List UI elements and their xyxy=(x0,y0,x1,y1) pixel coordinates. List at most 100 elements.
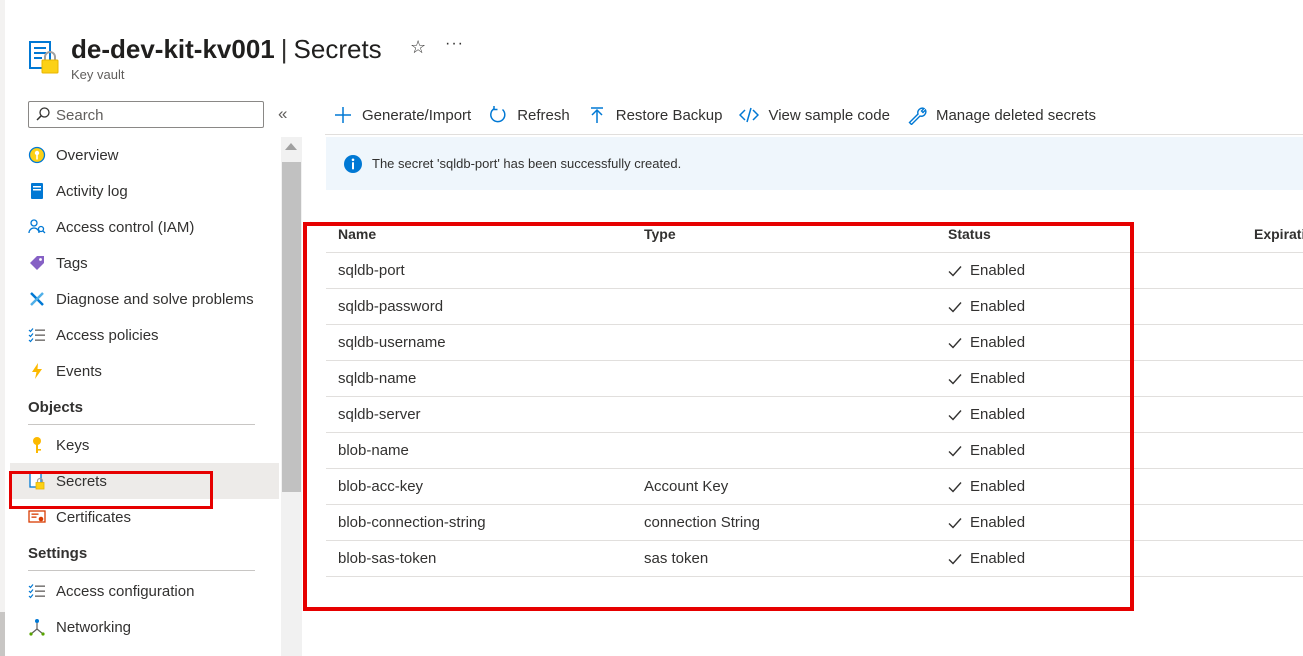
sidebar-item-label: Activity log xyxy=(56,182,128,200)
view-sample-code-label: View sample code xyxy=(768,106,890,124)
wrench-icon xyxy=(28,290,46,308)
status-label: Enabled xyxy=(970,514,1026,531)
table-header-row: Name Type Status Expirati xyxy=(326,216,1303,253)
secret-name-link[interactable]: sqldb-password xyxy=(338,289,443,324)
checkmark-icon xyxy=(948,445,962,457)
sidebar-item-label: Events xyxy=(56,362,102,380)
checkmark-icon xyxy=(948,553,962,565)
search-icon xyxy=(36,107,50,121)
secret-status-cell: Enabled xyxy=(948,289,1025,324)
secret-name-link[interactable]: blob-acc-key xyxy=(338,469,423,504)
iam-icon xyxy=(28,218,46,236)
restore-backup-button[interactable]: Restore Backup xyxy=(587,105,723,125)
sidebar-search-box[interactable] xyxy=(28,101,264,128)
column-header-type[interactable]: Type xyxy=(644,216,676,252)
checkmark-icon xyxy=(948,337,962,349)
blade-header: de-dev-kit-kv001 | Secrets Key vault ☆ ··· xyxy=(27,33,627,85)
table-row[interactable]: blob-acc-key Account Key Enabled xyxy=(326,469,1303,505)
banner-message: The secret 'sqldb-port' has been success… xyxy=(372,156,682,171)
restore-backup-label: Restore Backup xyxy=(615,106,723,124)
table-row[interactable]: sqldb-name Enabled xyxy=(326,361,1303,397)
secret-name-link[interactable]: blob-sas-token xyxy=(338,541,436,576)
resource-name: de-dev-kit-kv001 xyxy=(71,34,275,64)
status-label: Enabled xyxy=(970,406,1026,423)
favorite-star-icon[interactable]: ☆ xyxy=(410,37,426,58)
notification-banner: The secret 'sqldb-port' has been success… xyxy=(326,137,1303,190)
sidebar-scrollbar[interactable] xyxy=(281,137,302,656)
wrench-icon xyxy=(907,105,927,125)
status-label: Enabled xyxy=(970,550,1026,567)
command-bar: Generate/Import Refresh Restore Backup V… xyxy=(333,100,1113,130)
secret-name-link[interactable]: sqldb-port xyxy=(338,253,405,288)
sidebar-item-tags[interactable]: Tags xyxy=(10,245,279,281)
generate-import-button[interactable]: Generate/Import xyxy=(333,105,471,125)
sidebar-item-overview[interactable]: Overview xyxy=(10,137,279,173)
sidebar-item-label: Certificates xyxy=(56,508,132,526)
lightning-icon xyxy=(28,362,46,380)
secret-type-cell: sas token xyxy=(644,550,709,567)
table-row[interactable]: blob-sas-token sas token Enabled xyxy=(326,541,1303,577)
sidebar-item-networking[interactable]: Networking xyxy=(10,609,279,645)
column-header-expiration[interactable]: Expirati xyxy=(1254,216,1303,252)
toolbar-divider xyxy=(325,134,1303,135)
sidebar-item-access-configuration[interactable]: Access configuration xyxy=(10,573,279,609)
scrollbar-thumb[interactable] xyxy=(282,162,301,492)
upload-arrow-icon xyxy=(587,105,607,125)
secret-name-link[interactable]: sqldb-name xyxy=(338,361,416,396)
column-header-name[interactable]: Name xyxy=(338,216,376,252)
sidebar-item-access-policies[interactable]: Access policies xyxy=(10,317,279,353)
blade-title: Secrets xyxy=(293,34,382,64)
checkmark-icon xyxy=(948,301,962,313)
sidebar-item-diagnose[interactable]: Diagnose and solve problems xyxy=(10,281,279,317)
table-row[interactable]: sqldb-server Enabled xyxy=(326,397,1303,433)
secret-status-cell: Enabled xyxy=(948,325,1025,360)
sidebar-item-label: Access policies xyxy=(56,326,159,344)
scroll-up-arrow-icon[interactable] xyxy=(285,143,297,150)
sidebar-item-activity-log[interactable]: Activity log xyxy=(10,173,279,209)
sidebar-item-events[interactable]: Events xyxy=(10,353,279,389)
secret-status-cell: Enabled xyxy=(948,253,1025,288)
table-row[interactable]: blob-name Enabled xyxy=(326,433,1303,469)
sidebar-item-secrets[interactable]: Secrets xyxy=(10,463,279,499)
secret-name-link[interactable]: sqldb-username xyxy=(338,325,446,360)
status-label: Enabled xyxy=(970,298,1026,315)
table-row[interactable]: sqldb-port Enabled xyxy=(326,253,1303,289)
sidebar-item-certificates[interactable]: Certificates xyxy=(10,499,279,535)
search-input[interactable] xyxy=(56,105,256,125)
view-sample-code-button[interactable]: View sample code xyxy=(739,105,890,125)
sidebar-item-label: Overview xyxy=(56,146,119,164)
page-title: de-dev-kit-kv001 | Secrets xyxy=(71,33,382,65)
status-label: Enabled xyxy=(970,334,1026,351)
table-row[interactable]: sqldb-username Enabled xyxy=(326,325,1303,361)
resource-type-subtitle: Key vault xyxy=(71,67,125,82)
plus-icon xyxy=(333,105,353,125)
secret-name-link[interactable]: blob-name xyxy=(338,433,409,468)
sidebar-item-keys[interactable]: Keys xyxy=(10,427,279,463)
sidebar-item-label: Diagnose and solve problems xyxy=(56,290,254,308)
list-check-icon xyxy=(28,582,46,600)
table-row[interactable]: sqldb-password Enabled xyxy=(326,289,1303,325)
sidebar-item-label: Access control (IAM) xyxy=(56,218,195,236)
secret-status-cell: Enabled xyxy=(948,469,1025,504)
checkmark-icon xyxy=(948,481,962,493)
sidebar-item-access-control[interactable]: Access control (IAM) xyxy=(10,209,279,245)
column-header-status[interactable]: Status xyxy=(948,216,991,252)
secret-name-link[interactable]: blob-connection-string xyxy=(338,505,486,540)
sidebar-item-label: Access configuration xyxy=(56,582,195,600)
more-options-icon[interactable]: ··· xyxy=(445,35,464,53)
status-label: Enabled xyxy=(970,442,1026,459)
collapse-sidebar-icon[interactable]: « xyxy=(278,104,287,124)
refresh-button[interactable]: Refresh xyxy=(488,105,570,125)
table-row[interactable]: blob-connection-string connection String E… xyxy=(326,505,1303,541)
list-check-icon xyxy=(28,326,46,344)
sidebar-item-label: Keys xyxy=(56,436,90,454)
sidebar-item-label: Secrets xyxy=(56,472,107,490)
refresh-label: Refresh xyxy=(517,106,570,124)
checkmark-icon xyxy=(948,517,962,529)
secret-name-link[interactable]: sqldb-server xyxy=(338,397,421,432)
generate-import-label: Generate/Import xyxy=(362,106,472,124)
overview-icon xyxy=(28,146,46,164)
title-separator: | xyxy=(280,34,288,64)
manage-deleted-secrets-button[interactable]: Manage deleted secrets xyxy=(907,105,1096,125)
checkmark-icon xyxy=(948,409,962,421)
